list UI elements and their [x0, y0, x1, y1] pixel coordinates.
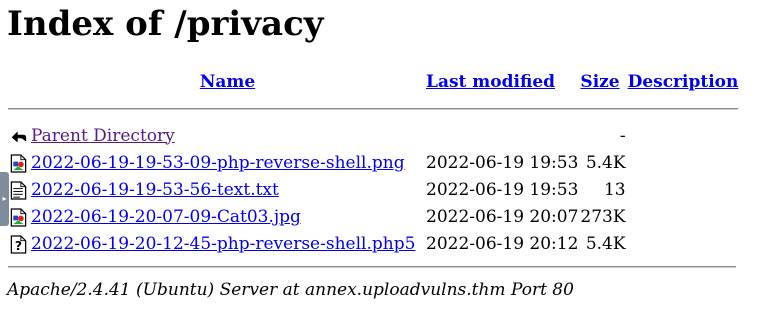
directory-listing: Name Last modified Size Description Pare…: [6, 68, 740, 258]
file-row: 2022-06-19-19-53-56-text.txt 2022-06-19 …: [8, 177, 738, 202]
image-file-icon: [10, 153, 27, 173]
file-row: 2022-06-19-19-53-09-php-reverse-shell.pn…: [8, 150, 738, 175]
header-description-cell: Description: [628, 70, 739, 94]
file-name-cell: 2022-06-19-19-53-56-text.txt: [31, 177, 424, 202]
file-size-cell: 5.4K: [585, 152, 626, 173]
file-modified-cell: 2022-06-19 19:53: [426, 152, 579, 173]
file-modified-cell: 2022-06-19 20:12: [426, 233, 579, 254]
sort-by-size-link[interactable]: Size: [580, 72, 619, 92]
back-arrow-icon: [11, 130, 27, 142]
footer-divider: [8, 266, 736, 268]
image-file-icon: [10, 207, 27, 227]
file-name-cell: 2022-06-19-20-07-09-Cat03.jpg: [31, 204, 424, 229]
file-size-cell: 5.4K: [585, 233, 626, 254]
file-icon-cell: [8, 177, 29, 202]
file-modified-cell: 2022-06-19 19:53: [426, 179, 579, 200]
file-icon-cell: [8, 204, 29, 229]
file-link[interactable]: 2022-06-19-20-12-45-php-reverse-shell.ph…: [31, 234, 415, 254]
file-link[interactable]: 2022-06-19-19-53-09-php-reverse-shell.pn…: [31, 153, 405, 173]
header-modified-cell: Last modified: [426, 70, 578, 94]
file-link[interactable]: 2022-06-19-20-07-09-Cat03.jpg: [31, 207, 301, 227]
header-icon-cell: [8, 70, 29, 94]
server-signature: Apache/2.4.41 (Ubuntu) Server at annex.u…: [7, 280, 574, 300]
header-size-cell: Size: [580, 70, 625, 94]
header-row: Name Last modified Size Description: [8, 70, 739, 94]
file-name-cell: 2022-06-19-20-12-45-php-reverse-shell.ph…: [31, 231, 424, 256]
file-icon-cell: ?: [8, 231, 29, 256]
sort-by-name-link[interactable]: Name: [200, 72, 255, 92]
file-row: 2022-06-19-20-07-09-Cat03.jpg 2022-06-19…: [8, 204, 738, 229]
parent-name-cell: Parent Directory: [31, 123, 424, 148]
header-rule-row: [8, 96, 739, 121]
parent-directory-row: Parent Directory -: [8, 123, 738, 148]
text-file-icon: [10, 180, 27, 200]
parent-modified-cell: [426, 123, 578, 148]
header-name-cell: Name: [31, 70, 424, 94]
unknown-file-icon: ?: [10, 234, 27, 254]
file-size-cell: 13: [603, 179, 626, 200]
header-divider: [8, 107, 739, 110]
file-description-cell: [628, 231, 739, 256]
file-modified-cell: 2022-06-19 20:07: [426, 206, 579, 227]
parent-description-cell: [628, 123, 739, 148]
file-description-cell: [628, 150, 739, 175]
file-name-cell: 2022-06-19-19-53-09-php-reverse-shell.pn…: [31, 150, 424, 175]
sort-by-description-link[interactable]: Description: [628, 72, 739, 92]
parent-size-cell: -: [619, 125, 626, 146]
svg-text:?: ?: [15, 239, 22, 253]
file-row: ? 2022-06-19-20-12-45-php-reverse-shell.…: [8, 231, 738, 256]
expand-arrow-icon: ▸: [2, 194, 7, 203]
sort-by-modified-link[interactable]: Last modified: [426, 72, 555, 92]
file-icon-cell: [8, 150, 29, 175]
file-size-cell: 273K: [580, 206, 626, 227]
file-link[interactable]: 2022-06-19-19-53-56-text.txt: [31, 180, 279, 200]
side-panel-tab[interactable]: ▸: [0, 172, 9, 226]
file-description-cell: [628, 204, 739, 229]
page-title: Index of /privacy: [7, 4, 324, 44]
parent-directory-link[interactable]: Parent Directory: [31, 126, 175, 146]
header-rule-cell: [8, 96, 739, 121]
parent-icon-cell: [8, 123, 29, 148]
file-description-cell: [628, 177, 739, 202]
